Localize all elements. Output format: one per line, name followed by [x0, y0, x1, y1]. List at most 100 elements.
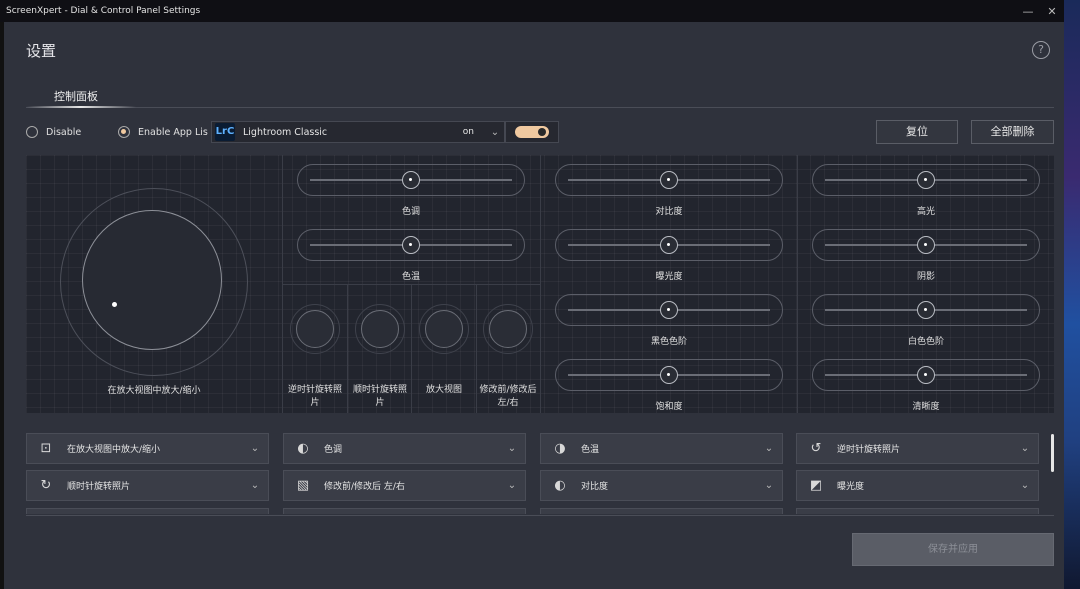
- divider: [476, 284, 477, 413]
- assignment-label: 在放大视图中放大/缩小: [67, 445, 161, 455]
- slider-knob[interactable]: [917, 236, 935, 254]
- app-toggle-container: [505, 121, 559, 143]
- slider-label: 高光: [916, 207, 935, 217]
- assignment-dropdown-partial[interactable]: [540, 508, 783, 514]
- assignment-dropdown-partial[interactable]: [26, 508, 269, 514]
- desktop-edge-right: [1064, 0, 1080, 589]
- enable-label: Enable App Lis: [138, 126, 208, 138]
- slider-label: 色调: [401, 207, 420, 217]
- slider-blacks[interactable]: [555, 294, 783, 326]
- assignment-dropdown[interactable]: ↻ 顺时针旋转照片 ⌄: [26, 470, 269, 501]
- save-and-apply-button[interactable]: 保存并应用: [852, 533, 1054, 566]
- slider-label: 色温: [401, 272, 420, 282]
- slider-knob[interactable]: [660, 301, 678, 319]
- page-title: 设置: [26, 42, 57, 60]
- minimize-button[interactable]: —: [1016, 5, 1040, 18]
- exposure-icon: ◩: [809, 477, 823, 493]
- slider-clarity[interactable]: [812, 359, 1040, 391]
- app-enable-toggle[interactable]: [515, 126, 549, 138]
- assignment-label: 对比度: [581, 482, 609, 492]
- slider-knob[interactable]: [660, 236, 678, 254]
- slider-highlights[interactable]: [812, 164, 1040, 196]
- chevron-down-icon: ⌄: [764, 480, 774, 491]
- assignment-dropdown[interactable]: ◐ 对比度 ⌄: [540, 470, 783, 501]
- assignment-dropdown-partial[interactable]: [283, 508, 526, 514]
- zoom-frame-icon: ⊡: [40, 440, 52, 456]
- assignment-label: 修改前/修改后 左/右: [324, 482, 405, 492]
- chevron-down-icon: ⌄: [764, 443, 774, 454]
- slider-knob[interactable]: [660, 171, 678, 189]
- app-select-dropdown[interactable]: LrC Lightroom Classic on ⌄: [211, 121, 505, 143]
- settings-window: 设置 ? 控制面板 Disable Enable App Lis LrC Lig…: [4, 22, 1064, 589]
- round-button-rotate-cw[interactable]: [361, 310, 399, 348]
- disable-radio[interactable]: Disable: [26, 126, 81, 138]
- round-button-label: 顺时针旋转照片: [352, 385, 407, 408]
- slider-shadows[interactable]: [812, 229, 1040, 261]
- round-button-loupe[interactable]: [425, 310, 463, 348]
- slider-contrast[interactable]: [555, 164, 783, 196]
- slider-exposure[interactable]: [555, 229, 783, 261]
- slider-tone[interactable]: [297, 164, 525, 196]
- slider-knob[interactable]: [402, 171, 420, 189]
- app-state: on: [462, 127, 474, 137]
- slider-label: 曝光度: [655, 272, 683, 282]
- slider-saturation[interactable]: [555, 359, 783, 391]
- slider-knob[interactable]: [917, 171, 935, 189]
- assignment-dropdown[interactable]: ⊡ 在放大视图中放大/缩小 ⌄: [26, 433, 269, 464]
- round-button-before-after[interactable]: [489, 310, 527, 348]
- tone-icon: ◐: [297, 440, 309, 456]
- control-panel-preview: 在放大视图中放大/缩小 色调 色温 逆时针旋转照片 顺时针旋转照片 放大视图 修…: [26, 155, 1054, 413]
- slider-label: 白色色阶: [907, 337, 944, 347]
- assignment-dropdown[interactable]: ▧ 修改前/修改后 左/右 ⌄: [283, 470, 526, 501]
- slider-label: 阴影: [916, 272, 935, 282]
- app-name: Lightroom Classic: [243, 126, 328, 138]
- assignment-dropdown[interactable]: ◑ 色温 ⌄: [540, 433, 783, 464]
- slider-knob[interactable]: [660, 366, 678, 384]
- tab-control-panel[interactable]: 控制面板: [54, 88, 98, 104]
- assignment-label: 逆时针旋转照片: [837, 445, 901, 455]
- chevron-down-icon: ⌄: [250, 480, 260, 491]
- chevron-down-icon: ⌄: [1020, 480, 1030, 491]
- list-divider: [26, 515, 1054, 516]
- slider-knob[interactable]: [402, 236, 420, 254]
- disable-label: Disable: [46, 126, 82, 138]
- slider-knob[interactable]: [917, 301, 935, 319]
- help-icon[interactable]: ?: [1032, 41, 1050, 59]
- window-title: ScreenXpert - Dial & Control Panel Setti…: [6, 6, 201, 16]
- chevron-down-icon: ⌄: [507, 443, 517, 454]
- assignment-dropdown[interactable]: ◐ 色调 ⌄: [283, 433, 526, 464]
- assignment-dropdown-partial[interactable]: [796, 508, 1039, 514]
- enable-app-list-radio[interactable]: Enable App Lis: [118, 126, 208, 138]
- divider: [411, 284, 412, 413]
- round-button-rotate-ccw[interactable]: [296, 310, 334, 348]
- round-button-label: 修改前/修改后 左/右: [479, 385, 537, 408]
- lightroom-icon: LrC: [215, 123, 235, 141]
- chevron-down-icon: ⌄: [1020, 443, 1030, 454]
- before-after-icon: ▧: [296, 477, 310, 493]
- round-button-label: 逆时针旋转照片: [287, 385, 342, 408]
- assignment-label: 曝光度: [837, 482, 865, 492]
- slider-knob[interactable]: [917, 366, 935, 384]
- reset-button[interactable]: 复位: [876, 120, 958, 144]
- delete-all-button[interactable]: 全部删除: [971, 120, 1054, 144]
- slider-label: 清晰度: [912, 402, 940, 412]
- slider-label: 饱和度: [655, 402, 683, 412]
- slider-temperature[interactable]: [297, 229, 525, 261]
- assignment-dropdown[interactable]: ◩ 曝光度 ⌄: [796, 470, 1039, 501]
- chevron-down-icon: ⌄: [507, 480, 517, 491]
- assignment-dropdown[interactable]: ↺ 逆时针旋转照片 ⌄: [796, 433, 1039, 464]
- temperature-icon: ◑: [554, 440, 566, 456]
- round-button-label: 放大视图: [425, 385, 462, 395]
- dial-label: 在放大视图中放大/缩小: [107, 386, 201, 396]
- dial-indicator: [112, 302, 117, 307]
- slider-whites[interactable]: [812, 294, 1040, 326]
- title-bar: ScreenXpert - Dial & Control Panel Setti…: [0, 0, 1064, 22]
- dial[interactable]: [82, 210, 222, 350]
- radio-on-icon: [118, 126, 130, 138]
- close-button[interactable]: ✕: [1040, 5, 1064, 18]
- tab-active-indicator: [26, 106, 136, 108]
- chevron-down-icon: ⌄: [250, 443, 260, 454]
- rotate-cw-icon: ↻: [40, 477, 52, 493]
- divider: [347, 284, 348, 413]
- scrollbar-thumb[interactable]: [1051, 434, 1054, 472]
